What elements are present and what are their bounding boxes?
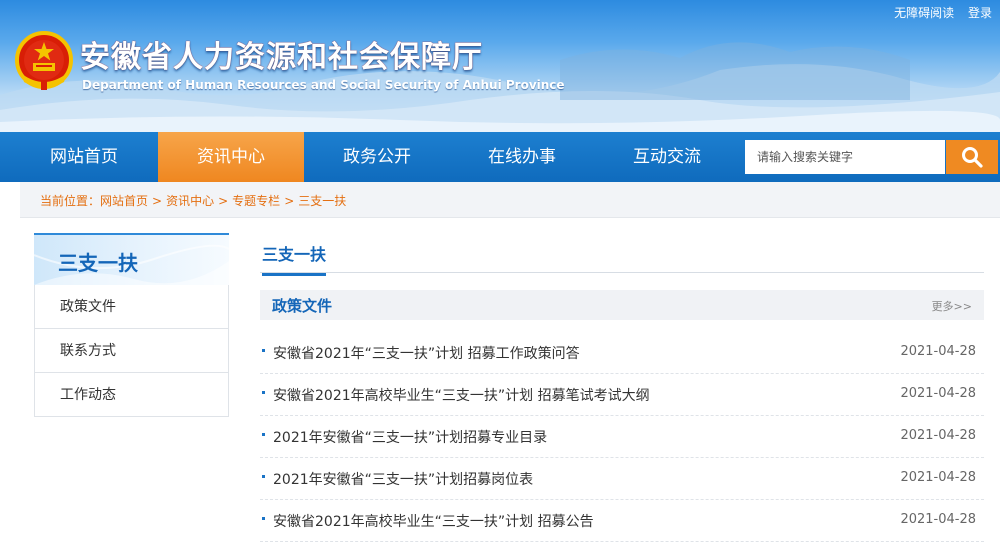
news-title-link[interactable]: 2021年安徽省“三支一扶”计划招募岗位表 — [273, 469, 533, 489]
nav-item-news-center[interactable]: 资讯中心 — [158, 132, 304, 182]
search-button[interactable] — [946, 140, 998, 174]
breadcrumb-prefix: 当前位置： — [40, 194, 101, 208]
sidebar-title: 三支一扶 — [58, 251, 138, 275]
news-date: 2021-04-28 — [900, 470, 976, 485]
breadcrumb: 当前位置：网站首页 > 资讯中心 > 专题专栏 > 三支一扶 — [40, 192, 346, 209]
sidebar-item-policy-documents[interactable]: 政策文件 — [34, 285, 229, 329]
bullet-icon — [262, 349, 265, 352]
site-title: 安徽省人力资源和社会保障厅 — [80, 40, 483, 75]
news-date: 2021-04-28 — [900, 512, 976, 527]
login-link[interactable]: 登录 — [968, 6, 992, 20]
sidebar-item-contact[interactable]: 联系方式 — [34, 329, 229, 373]
list-item: 2021年安徽省“三支一扶”计划招募专业目录 2021-04-28 — [260, 416, 984, 458]
nav-item-interaction[interactable]: 互动交流 — [594, 132, 740, 182]
breadcrumb-separator: > — [284, 194, 295, 208]
news-date: 2021-04-28 — [900, 344, 976, 359]
nav-item-online-services[interactable]: 在线办事 — [450, 132, 594, 182]
news-title-link[interactable]: 安徽省2021年高校毕业生“三支一扶”计划 招募笔试考试大纲 — [273, 385, 650, 405]
news-title-link[interactable]: 2021年安徽省“三支一扶”计划招募专业目录 — [273, 427, 547, 447]
bullet-icon — [262, 517, 265, 520]
main-content: 三支一扶 政策文件 更多>> 安徽省2021年“三支一扶”计划 招募工作政策问答… — [260, 233, 984, 542]
breadcrumb-home[interactable]: 网站首页 — [100, 194, 148, 208]
site-header: 无障碍阅读 登录 安徽省人力资源和社会保障厅 Department of Hum… — [0, 0, 1000, 132]
more-link[interactable]: 更多>> — [932, 298, 972, 314]
list-item: 安徽省2021年高校毕业生“三支一扶”计划 招募笔试考试大纲 2021-04-2… — [260, 374, 984, 416]
top-links: 无障碍阅读 登录 — [884, 4, 992, 21]
news-date: 2021-04-28 — [900, 386, 976, 401]
section-tab-bar: 三支一扶 — [260, 233, 984, 276]
tab-sanzhi-yifu[interactable]: 三支一扶 — [262, 241, 327, 276]
news-title-link[interactable]: 安徽省2021年高校毕业生“三支一扶”计划 招募公告 — [273, 511, 594, 531]
breadcrumb-news-center[interactable]: 资讯中心 — [166, 194, 214, 208]
bullet-icon — [262, 391, 265, 394]
breadcrumb-bar: 当前位置：网站首页 > 资讯中心 > 专题专栏 > 三支一扶 — [20, 182, 1000, 218]
nav-item-home[interactable]: 网站首页 — [10, 132, 158, 182]
bullet-icon — [262, 433, 265, 436]
sidebar: 三支一扶 政策文件 联系方式 工作动态 — [34, 233, 229, 417]
bullet-icon — [262, 475, 265, 478]
breadcrumb-special-topics[interactable]: 专题专栏 — [232, 194, 280, 208]
news-title-link[interactable]: 安徽省2021年“三支一扶”计划 招募工作政策问答 — [273, 343, 580, 363]
list-item: 安徽省2021年高校毕业生“三支一扶”计划 招募公告 2021-04-28 — [260, 500, 984, 542]
national-emblem-icon — [15, 31, 73, 90]
breadcrumb-separator: > — [152, 194, 163, 208]
site-subtitle: Department of Human Resources and Social… — [82, 78, 565, 92]
breadcrumb-separator: > — [218, 194, 229, 208]
policy-section-header: 政策文件 更多>> — [260, 290, 984, 320]
policy-section-title: 政策文件 — [272, 297, 333, 315]
sidebar-item-work-updates[interactable]: 工作动态 — [34, 373, 229, 417]
news-date: 2021-04-28 — [900, 428, 976, 443]
list-item: 2021年安徽省“三支一扶”计划招募岗位表 2021-04-28 — [260, 458, 984, 500]
search-input[interactable] — [745, 140, 945, 174]
news-list: 安徽省2021年“三支一扶”计划 招募工作政策问答 2021-04-28 安徽省… — [260, 332, 984, 542]
search-icon — [962, 147, 983, 168]
list-item: 安徽省2021年“三支一扶”计划 招募工作政策问答 2021-04-28 — [260, 332, 984, 374]
main-nav: 网站首页 资讯中心 政务公开 在线办事 互动交流 — [0, 132, 1000, 182]
sidebar-header: 三支一扶 — [34, 233, 229, 285]
breadcrumb-current[interactable]: 三支一扶 — [298, 194, 346, 208]
nav-item-government-affairs[interactable]: 政务公开 — [304, 132, 450, 182]
accessibility-link[interactable]: 无障碍阅读 — [894, 6, 954, 20]
